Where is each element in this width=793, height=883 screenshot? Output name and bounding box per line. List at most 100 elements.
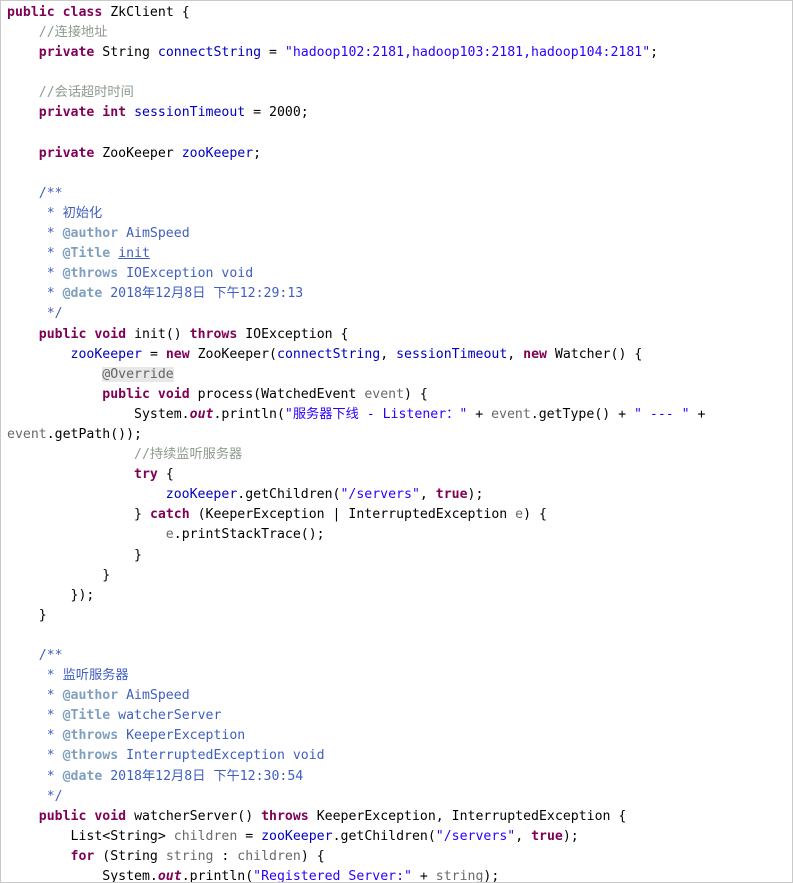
- code-token-kw: new: [165, 346, 190, 362]
- code-token-pl: }: [7, 607, 47, 623]
- code-token-str: "hadoop102:2181,hadoop103:2181,hadoop104…: [284, 45, 651, 61]
- code-token-doc: * 初始化: [7, 205, 103, 221]
- code-token-pl: .getChildren(: [332, 828, 436, 844]
- code-line: * 初始化: [7, 204, 786, 224]
- code-token-doctag: @throws: [62, 266, 119, 282]
- code-token-doc: AimSpeed: [118, 226, 190, 242]
- code-line: for (String string : children) {: [7, 847, 786, 867]
- code-token-kw: for: [70, 848, 95, 864]
- code-line: * @Title init: [7, 244, 786, 264]
- code-token-pl: :: [213, 848, 238, 864]
- code-token-doctag: @date: [62, 286, 103, 302]
- code-token-pl: (String: [94, 848, 166, 864]
- code-token-kw: true: [435, 487, 468, 503]
- code-line: * @author AimSpeed: [7, 224, 786, 244]
- source-code-block[interactable]: public class ZkClient { //连接地址 private S…: [7, 3, 786, 883]
- code-token-str: "Registered Server:": [253, 869, 412, 883]
- code-token-doctag: @author: [62, 226, 119, 242]
- code-editor-window[interactable]: public class ZkClient { //连接地址 private S…: [0, 0, 793, 883]
- code-token-pl: +: [411, 869, 436, 883]
- code-token-pl: }: [7, 567, 111, 583]
- code-line: /**: [7, 646, 786, 666]
- code-token-pl: {: [157, 467, 174, 483]
- code-token-doctag: @Title: [62, 246, 111, 262]
- code-token-doctag: @throws: [62, 748, 119, 764]
- code-token-pl: .getType() +: [530, 406, 635, 422]
- code-token-pl: +: [689, 406, 706, 422]
- code-token-kw: true: [531, 828, 563, 844]
- code-token-pl: ZooKeeper: [94, 145, 182, 161]
- code-token-doc: *: [7, 286, 63, 302]
- code-token-var: e: [515, 507, 524, 523]
- code-token-kw: int: [102, 105, 127, 121]
- code-line: });: [7, 586, 786, 606]
- code-token-var: e: [165, 527, 174, 543]
- code-token-pl: System.: [7, 869, 158, 883]
- code-token-pl: init(): [126, 326, 190, 342]
- code-line: * @date 2018年12月8日 下午12:29:13: [7, 284, 786, 304]
- code-token-doc: */: [7, 788, 63, 804]
- code-token-kw: try: [134, 467, 158, 483]
- code-line: @Override: [7, 365, 786, 385]
- code-token-pl: .printStackTrace();: [173, 527, 325, 543]
- code-token-kw: void: [94, 326, 127, 342]
- code-token-doc: *: [7, 246, 63, 262]
- code-token-str: "/servers": [435, 828, 516, 844]
- code-line: * @author AimSpeed: [7, 686, 786, 706]
- code-token-doc: watcherServer: [110, 708, 222, 724]
- code-token-fld: sessionTimeout: [396, 346, 508, 362]
- code-token-pl: KeeperException, InterruptedException {: [308, 808, 627, 824]
- code-line: zooKeeper.getChildren("/servers", true);: [7, 485, 786, 505]
- code-token-pl: = 2000;: [245, 105, 309, 121]
- code-line: * @throws IOException void: [7, 264, 786, 284]
- code-token-doctag: @date: [62, 768, 103, 784]
- code-token-kw: throws: [189, 326, 238, 342]
- code-token-kw: throws: [261, 808, 309, 824]
- code-token-doctag: @throws: [62, 728, 119, 744]
- code-token-pl: ) {: [523, 507, 547, 523]
- code-token-doc: *: [7, 708, 63, 724]
- code-line: */: [7, 304, 786, 324]
- code-token-pl: .getPath());: [46, 426, 142, 442]
- code-line: * @throws KeeperException: [7, 726, 786, 746]
- code-line: private String connectString = "hadoop10…: [7, 43, 786, 63]
- code-token-doc: AimSpeed: [118, 688, 190, 704]
- code-token-cmt: //连接地址: [38, 25, 108, 41]
- code-token-pl: ZkClient {: [102, 5, 190, 20]
- code-token-sfld: out: [157, 869, 182, 883]
- code-token-pl: String: [94, 45, 158, 61]
- code-line: * @date 2018年12月8日 下午12:30:54: [7, 767, 786, 787]
- code-line: }: [7, 606, 786, 626]
- code-token-pl: =: [142, 346, 166, 362]
- code-token-pl: ) {: [404, 386, 428, 402]
- code-token-kw: public: [38, 326, 87, 342]
- code-token-pl: =: [261, 45, 285, 61]
- code-token-pl: ZooKeeper(: [189, 346, 277, 362]
- code-token-var: string: [435, 869, 484, 883]
- code-token-var: children: [173, 828, 238, 844]
- code-token-var: children: [237, 848, 301, 864]
- code-line: e.printStackTrace();: [7, 525, 786, 545]
- code-token-doc: [110, 246, 118, 261]
- code-line: try {: [7, 465, 786, 485]
- code-line: public void watcherServer() throws Keepe…: [7, 807, 786, 827]
- code-line: }: [7, 546, 786, 566]
- code-token-fld: sessionTimeout: [134, 105, 246, 121]
- code-token-pl: }: [7, 507, 150, 523]
- code-token-kw: class: [62, 5, 103, 20]
- code-token-str: "/servers": [340, 487, 420, 503]
